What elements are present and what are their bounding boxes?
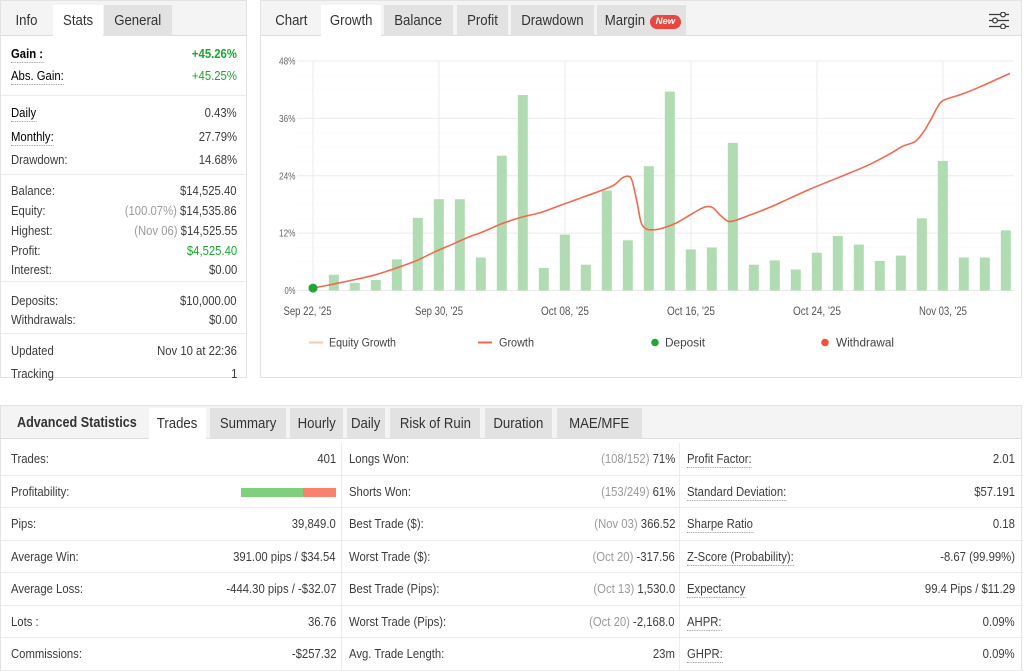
svg-text:36%: 36% [279, 113, 296, 125]
svg-text:48%: 48% [279, 56, 296, 68]
svg-text:Oct 24, '25: Oct 24, '25 [793, 306, 841, 318]
svg-text:Sep 30, '25: Sep 30, '25 [415, 306, 463, 318]
svg-text:0%: 0% [285, 285, 296, 297]
svg-text:Growth: Growth [499, 338, 534, 350]
svg-text:Oct 16, '25: Oct 16, '25 [667, 306, 715, 318]
svg-text:Deposit: Deposit [665, 338, 706, 350]
svg-text:Equity Growth: Equity Growth [329, 338, 396, 350]
svg-text:Nov 03, '25: Nov 03, '25 [919, 306, 967, 318]
svg-text:Withdrawal: Withdrawal [836, 338, 894, 350]
svg-text:24%: 24% [279, 170, 296, 182]
svg-text:12%: 12% [279, 228, 296, 240]
svg-text:Sep 22, '25: Sep 22, '25 [284, 306, 332, 318]
svg-text:Oct 08, '25: Oct 08, '25 [541, 306, 589, 318]
